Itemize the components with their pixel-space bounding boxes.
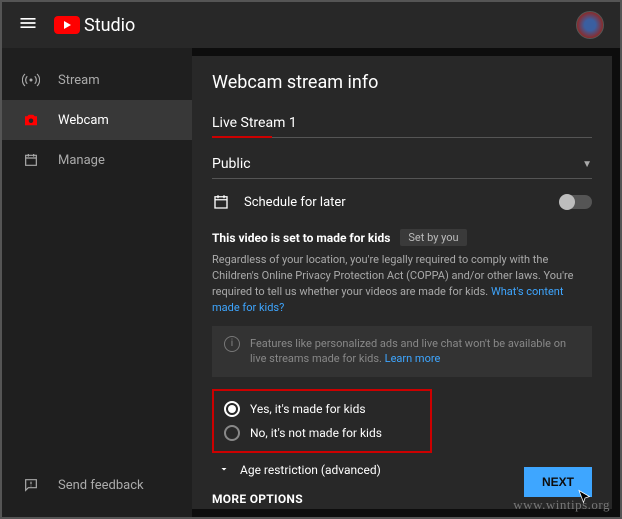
- visibility-select[interactable]: Public ▼: [212, 152, 592, 179]
- chevron-down-icon: ▼: [582, 159, 592, 170]
- calendar-icon: [212, 193, 230, 211]
- radio-icon: [224, 425, 240, 441]
- radio-yes-kids[interactable]: Yes, it's made for kids: [224, 397, 420, 421]
- send-feedback[interactable]: Send feedback: [2, 465, 192, 505]
- stream-title-value: Live Stream 1: [212, 115, 297, 131]
- sidebar-item-webcam[interactable]: Webcam: [2, 100, 192, 140]
- kids-description: Regardless of your location, you're lega…: [212, 252, 592, 316]
- stream-title-input[interactable]: Live Stream 1: [212, 111, 592, 138]
- send-feedback-label: Send feedback: [58, 478, 144, 493]
- schedule-label: Schedule for later: [244, 195, 346, 210]
- sidebar-item-manage[interactable]: Manage: [2, 140, 192, 180]
- youtube-icon: [54, 16, 80, 34]
- schedule-row: Schedule for later: [212, 193, 592, 211]
- broadcast-icon: [22, 71, 40, 89]
- kids-heading-row: This video is set to made for kids Set b…: [212, 229, 592, 246]
- age-restriction-label: Age restriction (advanced): [240, 463, 381, 477]
- panel-title: Webcam stream info: [212, 72, 592, 93]
- calendar-icon: [22, 152, 40, 168]
- radio-icon: [224, 401, 240, 417]
- kids-heading: This video is set to made for kids: [212, 231, 390, 245]
- menu-icon[interactable]: [18, 13, 38, 37]
- main-panel: Webcam stream info Live Stream 1 Public …: [192, 56, 612, 509]
- chevron-down-icon: [218, 463, 230, 478]
- info-icon: i: [224, 336, 240, 352]
- youtube-studio-logo[interactable]: Studio: [54, 15, 135, 36]
- sidebar-item-label: Webcam: [58, 113, 109, 128]
- feedback-icon: [22, 477, 40, 493]
- radio-label: Yes, it's made for kids: [250, 402, 366, 416]
- sidebar: Stream Webcam Manage Send feedback: [2, 48, 192, 517]
- camera-icon: [22, 111, 40, 129]
- next-button[interactable]: NEXT: [524, 467, 592, 497]
- sidebar-item-stream[interactable]: Stream: [2, 60, 192, 100]
- studio-label: Studio: [84, 15, 135, 36]
- radio-label: No, it's not made for kids: [250, 426, 382, 440]
- app-header: Studio: [2, 2, 620, 48]
- sidebar-item-label: Manage: [58, 153, 105, 168]
- set-by-badge: Set by you: [400, 229, 466, 246]
- schedule-toggle[interactable]: [560, 195, 592, 209]
- audience-radio-group: Yes, it's made for kids No, it's not mad…: [212, 389, 432, 453]
- info-link[interactable]: Learn more: [385, 352, 441, 365]
- radio-no-kids[interactable]: No, it's not made for kids: [224, 421, 420, 445]
- avatar[interactable]: [576, 11, 604, 39]
- info-box: i Features like personalized ads and liv…: [212, 326, 592, 377]
- visibility-value: Public: [212, 156, 251, 172]
- sidebar-item-label: Stream: [58, 73, 100, 88]
